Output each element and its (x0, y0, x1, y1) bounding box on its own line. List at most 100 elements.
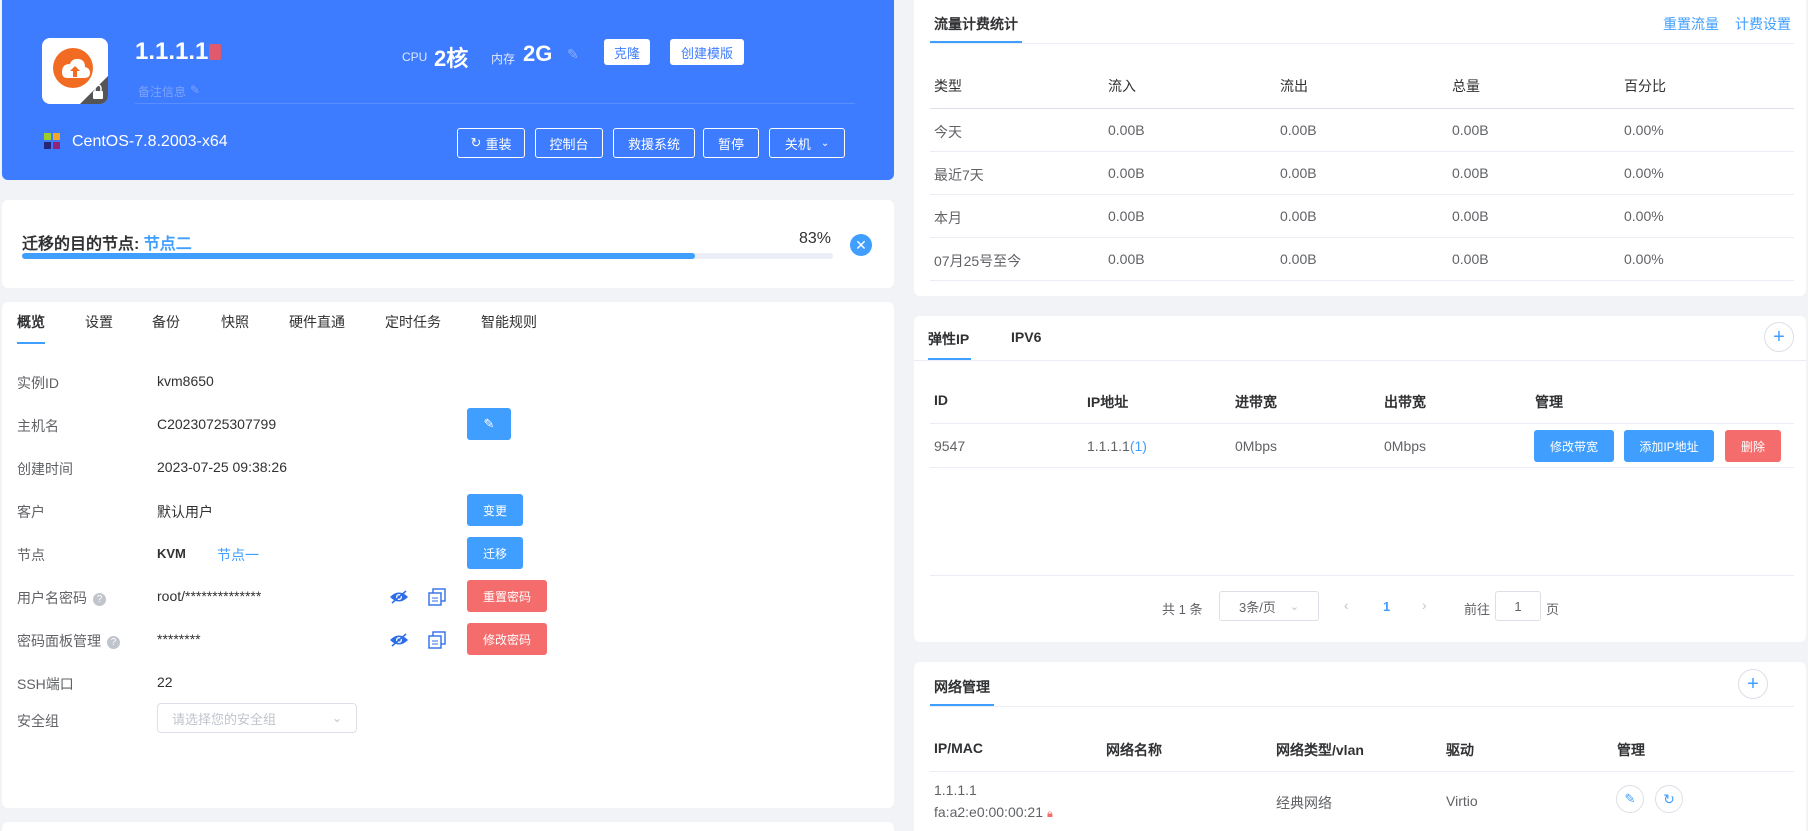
migration-progress-fill (22, 253, 696, 259)
add-eip-button[interactable]: + (1764, 322, 1794, 352)
remark-input[interactable]: 备注信息 (138, 83, 186, 100)
eip-col-header: 进带宽 (1235, 394, 1277, 410)
traffic-col-header: 流出 (1280, 78, 1308, 94)
chevron-down-icon: ⌄ (331, 711, 342, 725)
refresh-network-icon[interactable]: ↻ (1655, 785, 1683, 813)
create-template-button[interactable]: 创建模版 (670, 39, 744, 65)
delete-ip-button[interactable]: 删除 (1725, 430, 1781, 462)
traffic-cell: 0.00% (1624, 122, 1664, 138)
add-ip-button[interactable]: 添加IP地址 (1624, 430, 1714, 462)
tab-smart-rules[interactable]: 智能规则 (481, 312, 537, 332)
network-ip: 1.1.1.1 (934, 782, 977, 798)
traffic-cell: 0.00B (1452, 165, 1489, 181)
power-button[interactable]: 关机 ⌄ (769, 128, 845, 158)
instance-id-value: kvm8650 (157, 373, 214, 389)
page-suffix: 页 (1546, 602, 1560, 617)
instance-ip: 1.1.1.1 (135, 38, 209, 65)
chevron-down-icon: ⌄ (820, 137, 830, 149)
migration-label: 迁移的目的节点: 节点二 (22, 236, 192, 253)
row-divider (930, 237, 1794, 238)
chevron-down-icon: ⌄ (1289, 600, 1300, 613)
traffic-cell: 0.00B (1452, 208, 1489, 224)
eip-card (914, 316, 1806, 642)
memory-value: 2G (523, 41, 553, 66)
traffic-col-header: 类型 (934, 78, 962, 94)
reset-password-button[interactable]: 重置密码 (467, 580, 547, 612)
copy-icon[interactable] (428, 631, 448, 649)
edit-hostname-button[interactable]: ✎ (467, 408, 511, 440)
help-icon[interactable]: ? (107, 635, 120, 649)
console-button[interactable]: 控制台 (535, 128, 603, 158)
next-page-icon[interactable]: › (1422, 597, 1427, 613)
tab-overview[interactable]: 概览 (17, 312, 45, 332)
help-icon[interactable]: ? (93, 592, 106, 606)
tab-scheduled-tasks[interactable]: 定时任务 (385, 312, 441, 332)
eip-col-header: 管理 (1535, 394, 1563, 410)
node-name-link[interactable]: 节点一 (217, 545, 259, 565)
instance-logo (42, 38, 108, 104)
clone-button[interactable]: 克隆 (604, 39, 650, 65)
hostname-label: 主机名 (17, 418, 59, 434)
network-col-header: 网络类型/vlan (1276, 742, 1364, 758)
eip-out-bandwidth: 0Mbps (1384, 438, 1427, 454)
eip-ip: 1.1.1.1(1) (1087, 438, 1147, 454)
change-customer-button[interactable]: 变更 (467, 494, 523, 526)
network-col-header: 网络名称 (1106, 742, 1162, 758)
header-divider (135, 103, 855, 104)
cpu-value: 2核 (434, 46, 469, 71)
delete-icon[interactable] (209, 44, 221, 60)
node-type: KVM (157, 546, 186, 561)
tab-passthrough[interactable]: 硬件直通 (289, 312, 345, 332)
tab-snapshot[interactable]: 快照 (221, 312, 249, 332)
cancel-migration-icon[interactable]: ✕ (850, 234, 872, 256)
traffic-cell: 今天 (934, 124, 962, 140)
traffic-cell: 0.00B (1452, 122, 1489, 138)
edit-remark-icon[interactable]: ✎ (190, 83, 200, 97)
traffic-cell: 0.00% (1624, 251, 1664, 267)
tab-settings[interactable]: 设置 (85, 312, 113, 332)
customer-value: 默认用户 (157, 504, 213, 520)
modify-password-button[interactable]: 修改密码 (467, 623, 547, 655)
eip-ip-count[interactable]: (1) (1130, 438, 1147, 454)
reset-traffic-link[interactable]: 重置流量 (1663, 14, 1719, 34)
traffic-title: 流量计费统计 (934, 16, 1018, 32)
goto-label: 前往 (1464, 602, 1491, 617)
rescue-button[interactable]: 救援系统 (613, 128, 695, 158)
pause-button[interactable]: 暂停 (703, 128, 759, 158)
tab-ipv6[interactable]: IPV6 (1011, 329, 1041, 345)
overview-card (2, 302, 894, 808)
panel-password-label: 密码面板管理? (17, 631, 120, 651)
network-title: 网络管理 (934, 679, 990, 695)
migration-target-node: 节点二 (143, 236, 192, 253)
row-divider (930, 108, 1794, 109)
billing-settings-link[interactable]: 计费设置 (1735, 14, 1791, 34)
eip-id: 9547 (934, 438, 966, 454)
traffic-cell: 07月25号至今 (934, 253, 1022, 269)
traffic-cell: 0.00B (1108, 251, 1145, 267)
security-group-select[interactable]: 请选择您的安全组 ⌄ (157, 703, 357, 733)
eye-icon[interactable] (389, 631, 409, 649)
tab-eip[interactable]: 弹性IP (928, 329, 969, 349)
refresh-icon: ↻ (470, 135, 482, 150)
network-col-header: 驱动 (1446, 742, 1474, 758)
traffic-cell: 最近7天 (934, 167, 984, 183)
eye-icon[interactable] (389, 588, 409, 606)
migration-percent: 83% (799, 230, 832, 247)
migrate-button[interactable]: 迁移 (467, 537, 523, 569)
modify-bandwidth-button[interactable]: 修改带宽 (1534, 430, 1614, 462)
add-network-button[interactable]: + (1738, 669, 1768, 699)
goto-page-input[interactable]: 1 (1495, 591, 1541, 621)
edit-network-icon[interactable]: ✎ (1616, 785, 1644, 813)
tab-backup[interactable]: 备份 (152, 312, 180, 332)
edit-config-icon[interactable]: ✎ (567, 46, 579, 63)
copy-icon[interactable] (428, 588, 448, 606)
reinstall-button[interactable]: ↻ 重装 (457, 128, 525, 158)
ssh-port-label: SSH端口 (17, 676, 74, 692)
row-divider (930, 771, 1794, 772)
cpu-label: CPU (402, 50, 428, 64)
userpass-value: root/************** (157, 588, 262, 604)
page-size-select[interactable]: 3条/页 ⌄ (1219, 591, 1319, 621)
traffic-cell: 0.00B (1452, 251, 1489, 267)
prev-page-icon[interactable]: ‹ (1344, 597, 1349, 613)
current-page[interactable]: 1 (1383, 599, 1390, 614)
